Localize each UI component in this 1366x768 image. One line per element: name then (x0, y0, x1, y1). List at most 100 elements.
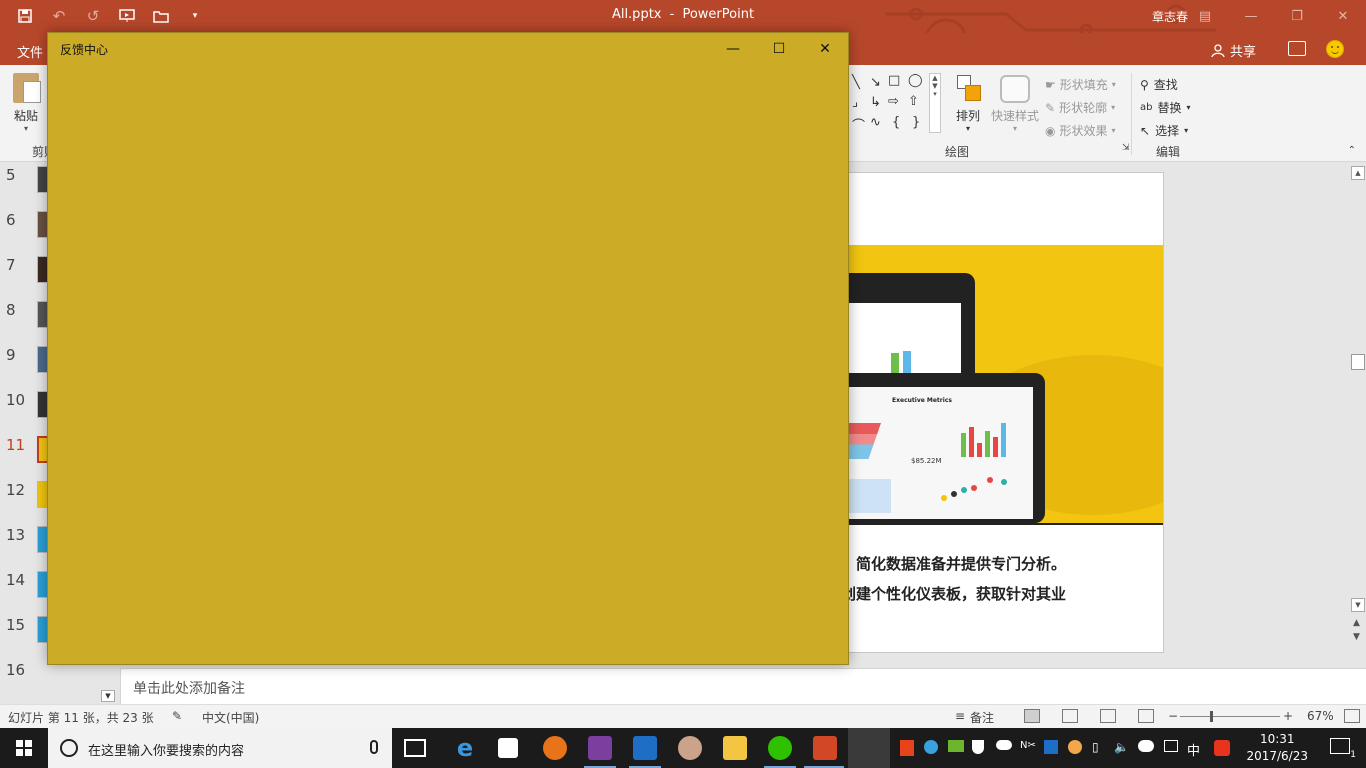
contact-avatar-icon[interactable] (678, 736, 702, 760)
next-slide-icon[interactable]: ▼ (1353, 632, 1360, 642)
replace-button[interactable]: ab 替换 ▾ (1140, 96, 1191, 119)
app-tray-icon[interactable] (1068, 740, 1082, 754)
action-center-icon[interactable] (1330, 738, 1350, 754)
quick-styles-button[interactable]: 快速样式 ▾ (988, 75, 1042, 133)
powerpoint-taskbar-icon[interactable] (813, 736, 837, 760)
oval-shape-icon[interactable]: ◯ (908, 73, 923, 88)
zoom-in-icon[interactable]: + (1283, 709, 1293, 723)
taskbar-clock[interactable]: 10:31 2017/6/23 (1246, 731, 1308, 765)
restore-icon[interactable]: ❐ (1274, 0, 1320, 32)
spelling-check-icon[interactable]: ✎ (172, 709, 182, 723)
rectangle-shape-icon[interactable]: □ (888, 73, 900, 88)
file-explorer-icon[interactable] (723, 736, 747, 760)
onenote-icon[interactable] (588, 736, 612, 760)
smile-feedback-icon[interactable] (1326, 40, 1344, 58)
edge-browser-icon[interactable]: e (453, 736, 477, 760)
notes-toggle-button[interactable]: 备注 (970, 709, 994, 726)
shape-outline-button[interactable]: ✎ 形状轮廓 ▾ (1045, 96, 1116, 119)
volume-muted-icon[interactable]: 🔈 (1114, 740, 1129, 754)
scroll-down-icon[interactable]: ▼ (1351, 598, 1365, 612)
kpi-value: $85.22M (911, 457, 942, 465)
curve-shape-icon[interactable]: ∿ (870, 115, 881, 130)
ribbon-display-options-icon[interactable]: ▤ (1182, 0, 1228, 32)
microphone-icon[interactable] (370, 740, 378, 754)
firefox-icon[interactable] (543, 736, 567, 760)
scroll-thumb[interactable] (1351, 354, 1365, 370)
right-brace-shape-icon[interactable]: } (912, 115, 920, 130)
previous-slide-icon[interactable]: ▲ (1353, 618, 1360, 628)
sogou-input-icon[interactable] (1214, 740, 1230, 756)
ime-mode-indicator[interactable]: 中 (1187, 740, 1200, 759)
slide-body-line-2[interactable]: 都可创建个性化仪表板，获取针对其业 (811, 579, 1157, 609)
dialog-launcher-icon[interactable]: ⇲ (1122, 143, 1130, 153)
start-button[interactable] (0, 728, 48, 768)
fit-to-window-icon[interactable] (1344, 709, 1360, 723)
comment-icon[interactable] (1288, 41, 1306, 56)
outlook-tray-icon[interactable] (1044, 740, 1058, 754)
wechat-icon[interactable] (768, 736, 792, 760)
shapes-gallery-scroll[interactable]: ▲ ▼ ▾ (929, 73, 941, 133)
onenote-tray-icon[interactable]: N✂ (1020, 740, 1036, 751)
feedback-hub-taskbar-icon[interactable] (848, 728, 890, 768)
nvidia-tray-icon[interactable] (948, 740, 964, 752)
scroll-up-icon[interactable]: ▲ (1351, 166, 1365, 180)
slide-vertical-scrollbar[interactable]: ▲ ▼ ▲ ▼ (1350, 162, 1366, 668)
office-tray-icon[interactable] (900, 740, 914, 756)
collapse-ribbon-icon[interactable]: ⌃ (1348, 145, 1356, 156)
tab-file[interactable]: 文件 (17, 42, 43, 61)
slide-body-line-1[interactable]: 据源、简化数据准备并提供专门分析。 (811, 549, 1157, 579)
language-status[interactable]: 中文(中国) (202, 709, 259, 726)
zoom-slider-handle[interactable] (1210, 711, 1213, 722)
feedback-hub-window[interactable]: 反馈中心 — ☐ ✕ (47, 32, 849, 665)
slideshow-view-icon[interactable] (1138, 709, 1154, 723)
elbow-arrow-shape-icon[interactable]: ↳ (870, 95, 881, 110)
network-icon[interactable] (1164, 740, 1178, 752)
current-slide[interactable]: Executive Metrics $85.22M 据源、简化数据准备并提供专门… (810, 172, 1164, 653)
slide-number: 5 (6, 166, 16, 184)
outlook-icon[interactable] (633, 736, 657, 760)
task-view-icon[interactable] (404, 739, 426, 757)
zoom-level[interactable]: 67% (1307, 709, 1334, 723)
arrange-icon (955, 75, 981, 101)
connector-shape-icon[interactable]: ⌟ (852, 95, 858, 110)
arrange-button[interactable]: 排列 ▾ (950, 75, 986, 133)
maximize-icon[interactable]: ☐ (756, 33, 802, 64)
thumbnail-scrollbar[interactable]: ▼ (100, 668, 116, 704)
zoom-out-icon[interactable]: − (1168, 709, 1178, 723)
slide-sorter-view-icon[interactable] (1062, 709, 1078, 723)
arrow-shape-icon[interactable]: ↘ (870, 75, 881, 90)
wechat-tray-icon[interactable] (1138, 740, 1154, 752)
drawing-group-label: 绘图 (945, 145, 970, 159)
store-icon[interactable] (498, 738, 518, 758)
find-label: 查找 (1153, 78, 1178, 92)
right-arrow-shape-icon[interactable]: ⇨ (888, 94, 899, 109)
battery-icon[interactable]: ▯ (1092, 740, 1099, 754)
notes-placeholder[interactable]: 单击此处添加备注 (133, 678, 245, 698)
arc-shape-icon[interactable]: ⌒ (852, 115, 865, 134)
notes-pane[interactable]: 单击此处添加备注 (120, 668, 1366, 704)
minimize-icon[interactable]: — (710, 33, 756, 64)
minimize-icon[interactable]: — (1228, 0, 1274, 32)
shape-fill-button[interactable]: ☛ 形状填充 ▾ (1045, 73, 1116, 96)
defender-shield-icon[interactable] (972, 740, 984, 754)
onedrive-cloud-icon[interactable] (996, 740, 1012, 750)
share-button[interactable]: 共享 (1211, 41, 1256, 60)
find-button[interactable]: ⚲ 查找 (1140, 73, 1191, 96)
windows-logo-icon (16, 740, 32, 756)
line-shape-icon[interactable]: ╲ (852, 75, 860, 90)
left-brace-shape-icon[interactable]: { (892, 115, 900, 130)
close-icon[interactable]: ✕ (1320, 0, 1366, 32)
close-icon[interactable]: ✕ (802, 33, 848, 64)
shapes-gallery[interactable]: ╲ ↘ □ ◯ ⌟ ↳ ⇨ ⇧ ⌒ ∿ { } (848, 73, 940, 134)
reading-view-icon[interactable] (1100, 709, 1116, 723)
zoom-slider-track[interactable] (1180, 716, 1280, 717)
taskbar-search-box[interactable]: 在这里输入你要搜索的内容 (48, 728, 392, 768)
chevron-down-icon: ▾ (23, 124, 28, 133)
up-arrow-shape-icon[interactable]: ⇧ (908, 94, 919, 109)
select-button[interactable]: ↖ 选择 ▾ (1140, 119, 1191, 142)
skype-tray-icon[interactable] (924, 740, 938, 754)
paste-button[interactable]: 粘贴 ▾ (6, 73, 46, 133)
normal-view-icon[interactable] (1024, 709, 1040, 723)
scroll-down-icon[interactable]: ▼ (101, 690, 115, 702)
shape-effects-button[interactable]: ◉ 形状效果 ▾ (1045, 119, 1116, 142)
